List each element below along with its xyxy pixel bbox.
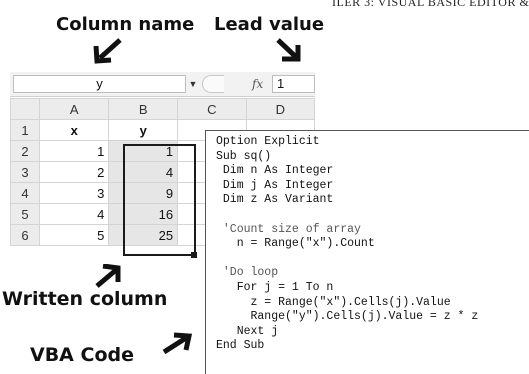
code-line: Sub sq()	[216, 149, 272, 163]
code-line: Dim n As Integer	[216, 164, 334, 178]
fx-icon[interactable]: fx	[252, 75, 268, 93]
vba-code-window[interactable]: Option Explicit Sub sq() Dim n As Intege…	[205, 130, 529, 374]
arrow-to-vba-code	[162, 332, 193, 355]
row-header[interactable]: 1	[10, 119, 41, 141]
code-comment-line: 'Do loop	[216, 266, 279, 280]
row-header[interactable]: 4	[10, 182, 41, 204]
arrow-to-name-box	[93, 38, 122, 64]
cell-b2[interactable]: 1	[108, 140, 179, 162]
code-line: z = Range("x").Cells(j).Value	[216, 295, 451, 309]
code-comment-line: 'Count size of array	[216, 222, 361, 236]
cell-a3[interactable]: 2	[39, 161, 110, 183]
cell-b5[interactable]: 16	[108, 203, 179, 225]
code-line: End Sub	[216, 339, 265, 353]
cell-a4[interactable]: 3	[39, 182, 110, 204]
cell-b3[interactable]: 4	[108, 161, 179, 183]
column-header-b[interactable]: B	[108, 98, 179, 120]
cell-a6[interactable]: 5	[39, 224, 110, 246]
cell-b6[interactable]: 25	[108, 224, 179, 246]
formula-input[interactable]: 1	[272, 75, 315, 93]
code-line: n = Range("x").Count	[216, 237, 375, 251]
chevron-down-icon[interactable]: ▼	[188, 79, 198, 89]
vba-code-text[interactable]: Option Explicit Sub sq() Dim n As Intege…	[216, 135, 478, 354]
formula-bar-cancel-button[interactable]	[202, 75, 224, 93]
column-header-d[interactable]: D	[245, 98, 315, 120]
name-box[interactable]: y	[13, 75, 186, 93]
code-line: Range("y").Cells(j).Value = z * z	[216, 310, 479, 324]
code-line: Next j	[216, 324, 279, 338]
arrow-to-written-column	[95, 263, 121, 288]
column-header-c[interactable]: C	[177, 98, 247, 120]
formula-bar: y ▼ fx 1	[10, 72, 315, 97]
arrow-to-formula-value	[276, 38, 301, 62]
row-header[interactable]: 3	[10, 161, 41, 183]
code-line: For j = 1 To n	[216, 280, 334, 294]
code-line: Dim z As Variant	[216, 193, 334, 207]
cell-b1[interactable]: y	[108, 119, 179, 141]
code-line: Option Explicit	[216, 135, 320, 148]
row-header[interactable]: 5	[10, 203, 41, 225]
fill-handle[interactable]	[191, 252, 197, 258]
row-header[interactable]: 2	[10, 140, 41, 162]
cell-b4[interactable]: 9	[108, 182, 179, 204]
column-header-a[interactable]: A	[39, 98, 110, 120]
cell-a1[interactable]: x	[39, 119, 110, 141]
code-line: Dim j As Integer	[216, 178, 334, 192]
select-all-corner[interactable]	[10, 98, 41, 120]
column-header-row: A B C D	[10, 98, 315, 120]
cell-a2[interactable]: 1	[39, 140, 110, 162]
cell-a5[interactable]: 4	[39, 203, 110, 225]
row-header[interactable]: 6	[10, 224, 41, 246]
